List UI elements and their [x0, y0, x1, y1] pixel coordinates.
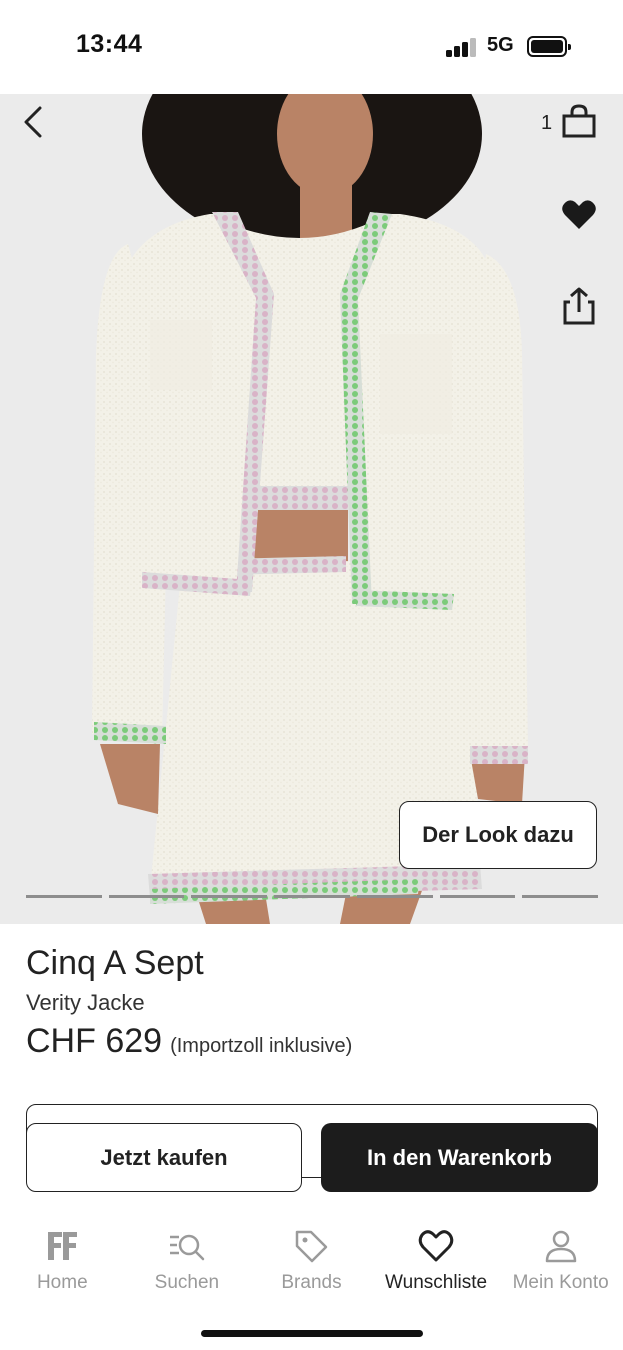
farfetch-logo-icon	[48, 1232, 78, 1260]
price-row: CHF 629 (Importzoll inklusive)	[26, 1022, 352, 1061]
tab-home[interactable]: Home	[0, 1212, 125, 1312]
brand-name[interactable]: Cinq A Sept	[26, 944, 204, 983]
status-time: 13:44	[76, 30, 143, 58]
heart-icon	[562, 200, 596, 229]
add-to-cart-button[interactable]: In den Warenkorb	[321, 1123, 598, 1192]
tab-bar: Home Suchen Brands Wunschliste Mein Kont…	[0, 1212, 623, 1312]
pager-segment	[26, 895, 102, 898]
battery-icon	[527, 36, 571, 57]
pager-segment	[356, 895, 433, 898]
signal-icon	[446, 37, 478, 57]
tag-icon	[296, 1230, 328, 1263]
back-button[interactable]	[16, 104, 52, 140]
tab-wishlist[interactable]: Wunschliste	[374, 1212, 499, 1312]
product-name: Verity Jacke	[26, 990, 145, 1015]
share-icon	[563, 287, 595, 325]
user-icon	[545, 1230, 576, 1263]
pager-segment	[522, 895, 599, 898]
tab-label: Wunschliste	[385, 1272, 488, 1293]
tab-brands[interactable]: Brands	[249, 1212, 374, 1312]
pager-segment	[439, 895, 516, 898]
tab-label: Home	[36, 1272, 88, 1293]
status-bar: 13:44 5G	[0, 0, 623, 94]
tab-label: Suchen	[154, 1272, 220, 1293]
network-label: 5G	[487, 34, 514, 56]
search-icon	[169, 1234, 205, 1261]
back-chevron-icon	[24, 106, 42, 138]
cart-count-badge: 1	[541, 112, 553, 134]
shop-the-look-button[interactable]: Der Look dazu	[399, 801, 597, 869]
wishlist-button[interactable]	[560, 198, 598, 232]
pager-segment	[274, 895, 350, 898]
buy-now-button[interactable]: Jetzt kaufen	[26, 1123, 302, 1192]
tab-label: Mein Konto	[512, 1272, 609, 1293]
home-indicator	[201, 1330, 423, 1337]
pager-segment	[191, 895, 268, 898]
product-gallery[interactable]: 1 Der Look dazu	[0, 94, 623, 924]
shopping-bag-icon	[562, 104, 596, 138]
gallery-pager	[26, 895, 599, 899]
tab-label: Brands	[281, 1272, 342, 1293]
pager-segment	[108, 895, 185, 898]
tab-search[interactable]: Suchen	[125, 1212, 250, 1312]
share-button[interactable]	[560, 286, 598, 326]
cart-button[interactable]	[560, 102, 598, 140]
heart-outline-icon	[418, 1230, 454, 1262]
product-price: CHF 629	[26, 1022, 163, 1060]
tab-account[interactable]: Mein Konto	[498, 1212, 623, 1312]
product-photo	[92, 94, 528, 924]
price-note: (Importzoll inklusive)	[170, 1035, 353, 1057]
